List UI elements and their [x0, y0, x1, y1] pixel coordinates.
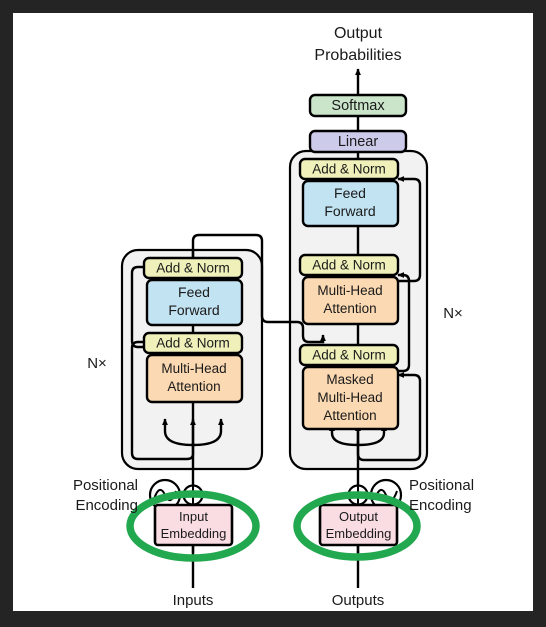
output-embedding-label-1: Output	[339, 509, 378, 524]
encoder-positional-encoding-label-2: Encoding	[75, 497, 138, 514]
decoder-feed-forward-label-2: Forward	[324, 203, 375, 219]
decoder-multi-head-attention-label-2: Attention	[323, 301, 376, 316]
input-embedding-label-2: Embedding	[161, 526, 227, 541]
softmax-label: Softmax	[331, 98, 385, 114]
decoder-positional-encoding-label-2: Encoding	[409, 497, 472, 514]
encoder-multi-head-attention-label-2: Attention	[167, 379, 220, 394]
linear-label: Linear	[338, 134, 378, 150]
inputs-label: Inputs	[173, 592, 214, 609]
decoder-positional-encoding-label-1: Positional	[409, 477, 474, 494]
encoder-feed-forward-label-2: Forward	[168, 302, 219, 318]
encoder-multi-head-attention-label-1: Multi-Head	[161, 361, 226, 376]
encoder-add-norm-1-box[interactable]: Add & Norm	[142, 331, 244, 355]
decoder-masked-label-1: Masked	[326, 372, 373, 387]
output-probabilities-label-2: Probabilities	[314, 47, 401, 64]
decoder-add-norm-2-box[interactable]: Add & Norm	[298, 253, 400, 277]
output-probabilities-label-1: Output	[334, 25, 383, 42]
input-embedding-label-1: Input	[179, 509, 208, 524]
decoder-add-norm-1-label: Add & Norm	[312, 348, 386, 363]
decoder-add-norm-3-box[interactable]: Add & Norm	[298, 157, 400, 181]
decoder-multi-head-attention-box[interactable]: Multi-Head Attention	[301, 275, 400, 326]
decoder-multi-head-attention-label-1: Multi-Head	[317, 283, 382, 298]
transformer-architecture-diagram: Softmax Linear Add & Norm Feed Forward A…	[73, 25, 474, 609]
encoder-add-norm-2-label: Add & Norm	[156, 261, 230, 276]
encoder-multi-head-attention-box[interactable]: Multi-Head Attention	[145, 353, 244, 404]
decoder-repeat-label: N×	[443, 305, 463, 322]
output-embedding-box[interactable]: Output Embedding	[318, 503, 399, 547]
softmax-box[interactable]: Softmax	[308, 93, 408, 118]
encoder-feed-forward-box[interactable]: Feed Forward	[145, 278, 244, 327]
encoder-feed-forward-label-1: Feed	[178, 284, 210, 300]
decoder-masked-label-2: Multi-Head	[317, 390, 382, 405]
input-embedding-box[interactable]: Input Embedding	[153, 503, 234, 547]
decoder-feed-forward-label-1: Feed	[334, 185, 366, 201]
encoder-positional-encoding-label-1: Positional	[73, 477, 138, 494]
encoder-add-norm-2-box[interactable]: Add & Norm	[142, 256, 244, 280]
decoder-add-norm-3-label: Add & Norm	[312, 162, 386, 177]
outputs-label-1: Outputs	[332, 592, 385, 609]
image-frame: Softmax Linear Add & Norm Feed Forward A…	[0, 0, 546, 627]
encoder-repeat-label: N×	[87, 355, 107, 372]
output-embedding-label-2: Embedding	[326, 526, 392, 541]
decoder-masked-label-3: Attention	[323, 408, 376, 423]
encoder-add-norm-1-label: Add & Norm	[156, 336, 230, 351]
decoder-add-norm-2-label: Add & Norm	[312, 258, 386, 273]
linear-box[interactable]: Linear	[308, 129, 408, 154]
decoder-feed-forward-box[interactable]: Feed Forward	[301, 179, 400, 228]
decoder-masked-multi-head-attention-box[interactable]: Masked Multi-Head Attention	[301, 365, 400, 431]
decoder-add-norm-1-box[interactable]: Add & Norm	[298, 343, 400, 367]
figure-canvas: Softmax Linear Add & Norm Feed Forward A…	[13, 13, 533, 611]
